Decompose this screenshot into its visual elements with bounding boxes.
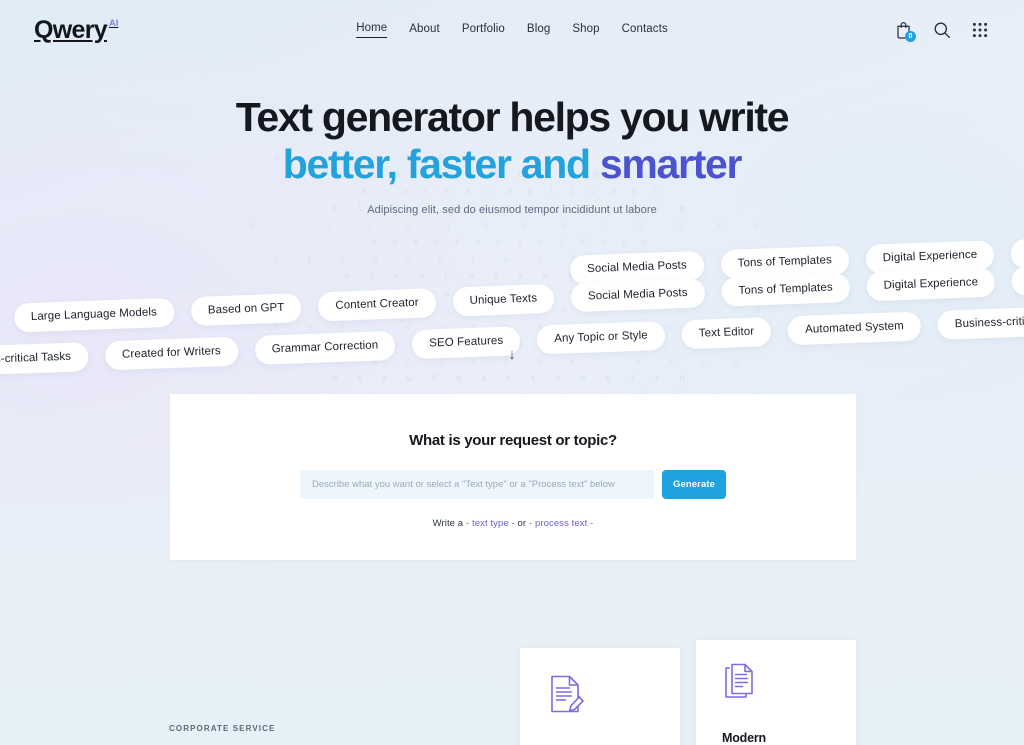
brand-superscript: AI [108, 17, 119, 29]
site-header: Qwery AI Home About Portfolio Blog Shop Conta… [0, 0, 1024, 60]
process-text-link[interactable]: process text [535, 518, 587, 529]
hint-or: or [517, 518, 527, 529]
feature-card-document-copy[interactable]: Modern [696, 640, 856, 745]
search-icon[interactable] [933, 21, 951, 39]
text-type-link[interactable]: text type [472, 518, 509, 529]
hint-dash-2: - [511, 518, 515, 529]
tag-pill[interactable]: Large Language Models [13, 297, 175, 333]
feature-card-title: Modern [722, 731, 766, 745]
hero-section: Text generator helps you write better, f… [0, 60, 1024, 217]
hint-dash-3: - [528, 518, 533, 529]
nav-item-shop[interactable]: Shop [572, 23, 599, 38]
shopping-bag-icon[interactable]: 0 [895, 21, 916, 42]
brand-logo[interactable]: Qwery AI [34, 15, 119, 44]
request-card: What is your request or topic? Generate … [170, 394, 856, 560]
hero-title-indigo: smarter [599, 141, 743, 187]
tag-pill[interactable]: Unique Texts [452, 283, 555, 317]
nav-item-about[interactable]: About [409, 23, 440, 38]
request-title: What is your request or topic? [409, 432, 617, 449]
tag-pill[interactable]: Large [1010, 237, 1024, 269]
page-title: Text generator helps you write better, f… [0, 97, 1024, 185]
hint-prefix: Write a [432, 518, 464, 529]
grid-apps-icon[interactable] [972, 22, 988, 38]
document-copy-icon [722, 662, 756, 700]
request-input[interactable] [300, 470, 654, 499]
hero-subtitle: Adipiscing elit, sed do eiusmod tempor i… [367, 204, 657, 216]
nav-item-blog[interactable]: Blog [527, 23, 550, 38]
nav-item-home[interactable]: Home [356, 22, 388, 38]
cart-badge: 0 [905, 31, 916, 42]
tag-pill[interactable]: Automated System [787, 311, 922, 346]
document-edit-icon [548, 674, 584, 714]
scroll-down-arrow-icon[interactable]: ↓ [0, 347, 1024, 362]
generate-button[interactable]: Generate [662, 470, 726, 499]
tag-pill[interactable]: Tons of Templates [721, 272, 851, 307]
bottom-section: CORPORATE SERVICE Modern [0, 620, 1024, 745]
hint-dash-1: - [465, 518, 470, 529]
tag-pill[interactable]: Large [1011, 264, 1024, 296]
tag-marquee: Social Media Posts Tons of Templates Digit… [0, 237, 1024, 377]
hero-title-cyan: better, faster and [282, 141, 591, 187]
main-navigation: Home About Portfolio Blog Shop Contacts [356, 22, 668, 38]
tag-pill[interactable]: Based on GPT [190, 293, 302, 327]
corporate-service-label: CORPORATE SERVICE [169, 724, 276, 733]
nav-item-contacts[interactable]: Contacts [622, 23, 668, 38]
feature-card-document-edit[interactable] [520, 648, 680, 745]
tag-pill[interactable]: Content Creator [317, 288, 437, 322]
header-actions: 0 [895, 21, 988, 42]
tag-pill[interactable]: Social Media Posts [570, 278, 706, 313]
hero-title-line-2: better, faster and smarter [0, 144, 1024, 185]
request-form: Generate [300, 470, 726, 499]
hero-title-line-1: Text generator helps you write [235, 94, 790, 140]
hint-dash-4: - [590, 518, 594, 529]
request-hint: Write a - text type - or - process text … [170, 518, 856, 529]
nav-item-portfolio[interactable]: Portfolio [462, 23, 505, 38]
tag-pill[interactable]: Text Editor [681, 317, 772, 350]
tag-pill[interactable]: Business-critical Tasks [937, 305, 1024, 340]
brand-name: Qwery [34, 15, 108, 44]
tag-pill[interactable]: Digital Experience [866, 267, 996, 302]
